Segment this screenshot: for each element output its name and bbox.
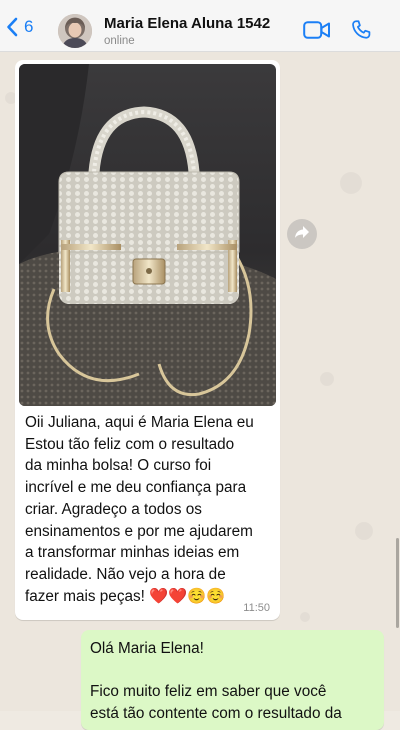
message-timestamp: 11:50 [243, 602, 270, 614]
incoming-message-bubble[interactable]: Oii Juliana, aqui é Maria Elena eu Estou… [15, 60, 280, 620]
avatar[interactable] [58, 14, 92, 48]
forward-arrow-icon [294, 225, 310, 244]
video-camera-icon [303, 21, 331, 44]
video-call-button[interactable] [303, 20, 331, 40]
contact-name[interactable]: Maria Elena Aluna 1542 [104, 15, 270, 32]
phone-icon [350, 20, 372, 45]
incoming-message-text: Oii Juliana, aqui é Maria Elena eu Estou… [25, 414, 254, 605]
outgoing-message-text: Olá Maria Elena! Fico muito feliz em sab… [90, 640, 342, 723]
contact-status: online [104, 35, 135, 47]
forward-button[interactable] [287, 219, 317, 249]
back-button[interactable]: 6 [6, 14, 33, 40]
chat-header: 6 Maria Elena Aluna 1542 online [0, 0, 400, 52]
unread-count: 6 [24, 17, 34, 36]
scrollbar[interactable] [396, 538, 399, 628]
message-photo[interactable] [19, 64, 276, 406]
voice-call-button[interactable] [350, 19, 372, 41]
outgoing-message-bubble[interactable]: Olá Maria Elena! Fico muito feliz em sab… [81, 630, 384, 730]
chevron-left-icon [6, 17, 18, 37]
